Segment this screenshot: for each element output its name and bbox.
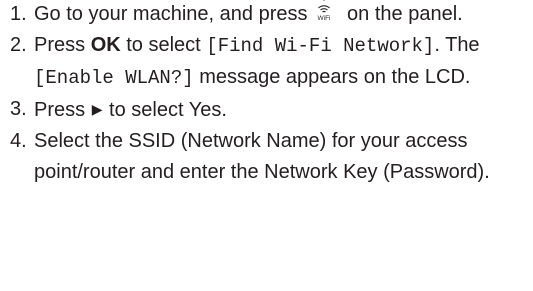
step-text: Press bbox=[34, 34, 91, 56]
step-text: Press bbox=[34, 99, 91, 121]
right-arrow-icon: ▶ bbox=[91, 101, 103, 117]
menu-item-text: [Find Wi-Fi Network] bbox=[206, 35, 435, 57]
step-number: 1. bbox=[10, 3, 27, 25]
step-1: 1. Go to your machine, and press WiFi on… bbox=[0, 0, 533, 30]
step-number: 4. bbox=[10, 130, 27, 152]
step-text: to select bbox=[120, 34, 207, 56]
wifi-icon-label: WiFi bbox=[318, 15, 331, 22]
wifi-button-icon: WiFi bbox=[311, 0, 337, 23]
step-2: 2. Press OK to select [Find Wi-Fi Networ… bbox=[0, 30, 533, 94]
step-text: to select Yes. bbox=[103, 99, 227, 121]
step-text: Select the SSID (Network Name) for your … bbox=[34, 130, 490, 183]
instruction-steps: 1. Go to your machine, and press WiFi on… bbox=[0, 0, 533, 188]
step-4: 4. Select the SSID (Network Name) for yo… bbox=[0, 126, 533, 188]
step-text: Go to your machine, and press bbox=[34, 3, 308, 25]
ok-button-label: OK bbox=[90, 34, 121, 56]
step-number: 2. bbox=[10, 34, 27, 56]
step-text: . The bbox=[434, 34, 480, 56]
lcd-message-text: [Enable WLAN?] bbox=[34, 67, 194, 89]
step-text: on the panel. bbox=[341, 3, 463, 25]
step-number: 3. bbox=[10, 98, 27, 120]
step-3: 3. Press ▶ to select Yes. bbox=[0, 94, 533, 126]
step-text: message appears on the LCD. bbox=[193, 66, 471, 88]
